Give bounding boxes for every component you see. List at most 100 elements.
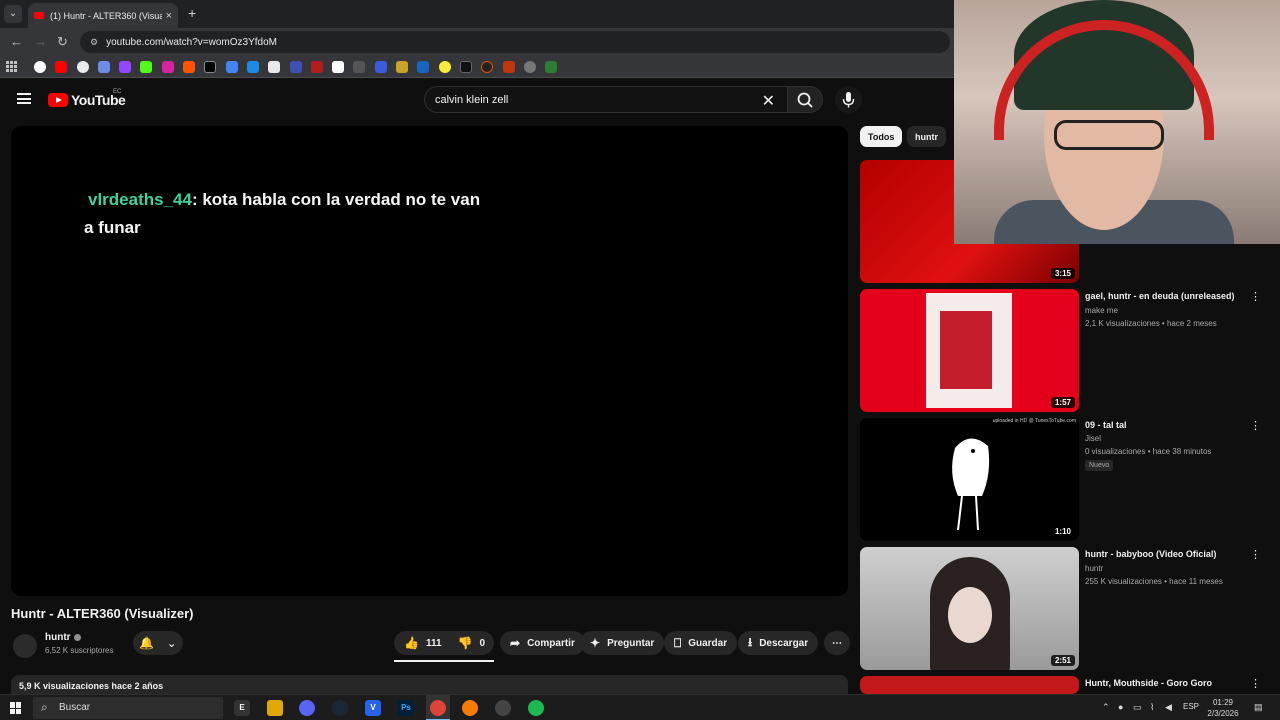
ask-button[interactable]: ✦ Preguntar [580,631,665,655]
dislike-count[interactable]: 0 [480,638,486,649]
more-vertical-icon[interactable]: ⋮ [1250,677,1261,690]
photoshop-icon[interactable]: Ps [398,700,414,716]
tab-close-icon[interactable]: × [166,10,172,22]
bookmark-icon[interactable] [76,60,89,73]
related-thumbnail[interactable]: 2:51 [860,547,1079,670]
related-channel[interactable]: Jisel [1085,434,1101,443]
language-indicator[interactable]: ESP [1183,702,1199,711]
bookmark-icon[interactable] [310,60,323,73]
bookmark-icon[interactable] [438,60,451,73]
bookmark-icon[interactable] [417,60,430,73]
related-meta: 2,1 K visualizaciones • hace 2 meses [1085,319,1217,328]
active-tab[interactable]: (1) Huntr - ALTER360 (Visualizer) × [28,3,178,28]
dislike-icon[interactable]: 👎 [458,636,473,650]
more-vertical-icon[interactable]: ⋮ [1250,548,1261,561]
save-button[interactable]: ⎕ Guardar [664,631,738,655]
related-channel[interactable]: make me [1085,306,1118,315]
volume-icon[interactable]: ◀ [1165,702,1172,713]
related-title[interactable]: gael, huntr - en deuda (unreleased) [1085,290,1245,302]
download-label: Descargar [759,637,809,649]
bookmark-icon[interactable] [502,60,515,73]
bookmark-icon[interactable] [97,60,110,73]
apps-grid-icon[interactable] [6,60,18,73]
tab-search-button[interactable]: ⌄ [4,5,22,23]
notifications-button[interactable]: 🔔 ⌄ [133,631,183,655]
webcam-overlay [954,0,1280,244]
bookmark-x-icon[interactable] [204,60,217,73]
steam-icon[interactable] [332,700,348,716]
notifications-icon[interactable]: ▤ [1254,702,1263,713]
download-button[interactable]: ⭳ Descargar [738,631,819,655]
more-vertical-icon[interactable]: ⋮ [1250,290,1261,303]
bookmark-twitch-icon[interactable] [119,60,132,73]
related-thumbnail[interactable] [860,676,1079,694]
webcam-glasses [1054,120,1164,150]
forward-icon[interactable]: → [34,34,47,49]
bookmark-notion-icon[interactable] [332,60,345,73]
obs-icon[interactable] [495,700,511,716]
channel-avatar[interactable] [13,634,37,658]
discord-icon[interactable] [299,700,315,716]
bookmark-icon[interactable] [481,60,494,73]
microphone-tray-icon[interactable]: ● [1118,702,1123,712]
reload-icon[interactable]: ↻ [57,34,68,50]
clear-search-icon[interactable]: ✕ [762,91,775,111]
bookmark-icon[interactable] [523,60,536,73]
search-input[interactable]: calvin klein zell ✕ [424,86,788,113]
related-title[interactable]: Huntr, Mouthside - Goro Goro [1085,677,1245,689]
related-thumbnail[interactable]: 1:57 [860,289,1079,412]
chrome-icon[interactable] [430,700,446,716]
bookmark-translate-icon[interactable] [225,60,238,73]
site-info-icon[interactable]: ⚙ [90,37,98,48]
new-tab-icon[interactable]: + [188,5,196,21]
fl-studio-icon[interactable] [462,700,478,716]
more-vertical-icon[interactable]: ⋮ [1250,419,1261,432]
bookmark-kick-icon[interactable] [140,60,153,73]
bookmark-icon[interactable] [459,60,472,73]
like-icon[interactable]: 👍 [404,636,419,650]
voice-search-button[interactable] [835,86,862,113]
bookmark-instagram-icon[interactable] [161,60,174,73]
bookmark-icon[interactable] [374,60,387,73]
save-label: Guardar [688,637,728,649]
like-count[interactable]: 111 [426,638,442,649]
bookmark-youtube-icon[interactable] [55,60,68,73]
bookmark-icon[interactable] [545,60,558,73]
address-bar[interactable]: ⚙ youtube.com/watch?v=womOz3YfdoM [80,31,950,53]
menu-icon[interactable] [17,93,31,104]
clock-date: 2/3/2026 [1207,709,1239,718]
taskbar-search[interactable]: ⌕ Buscar [33,697,223,719]
related-title[interactable]: huntr - babyboo (Video Oficial) [1085,548,1245,560]
windows-start-icon[interactable] [10,702,22,714]
chip-todos[interactable]: Todos [860,126,903,147]
network-icon[interactable]: ⌇ [1150,702,1154,713]
share-button[interactable]: ➦ Compartir [500,631,585,655]
file-explorer-icon[interactable] [267,700,283,716]
tray-chevron-up-icon[interactable]: ⌃ [1102,702,1110,713]
youtube-logo[interactable]: YouTube EC [48,89,126,108]
search-button[interactable] [787,86,823,113]
tray-icon[interactable]: ▭ [1133,702,1142,713]
video-title: Huntr - ALTER360 (Visualizer) [11,606,194,621]
thumbnail-artwork [926,293,1012,408]
related-title[interactable]: 09 - tal tal [1085,419,1245,431]
epic-games-icon[interactable]: E [234,700,250,716]
related-thumbnail[interactable]: uploaded in HD @ TunesToTube.com 1:10 [860,418,1079,541]
video-player[interactable]: vlrdeaths_44: kota habla con la verdad n… [11,126,848,596]
chip-huntr[interactable]: huntr [907,126,946,147]
bookmark-icon[interactable] [268,60,281,73]
description-box[interactable]: 5,9 K visualizaciones hace 2 años [11,675,848,695]
vegas-icon[interactable]: V [365,700,381,716]
bookmark-soundcloud-icon[interactable] [183,60,196,73]
bookmark-icon[interactable] [396,60,409,73]
related-channel[interactable]: huntr [1085,564,1103,573]
bookmark-icon[interactable] [353,60,366,73]
channel-name[interactable]: huntr [45,632,71,643]
back-icon[interactable]: ← [10,34,23,49]
bookmark-google-icon[interactable] [34,60,46,73]
bookmark-icon[interactable] [246,60,259,73]
bookmark-icon[interactable] [289,60,302,73]
more-actions-button[interactable]: ⋯ [824,631,850,655]
spotify-icon[interactable] [528,700,544,716]
system-clock[interactable]: 01:29 2/3/2026 [1203,697,1243,719]
